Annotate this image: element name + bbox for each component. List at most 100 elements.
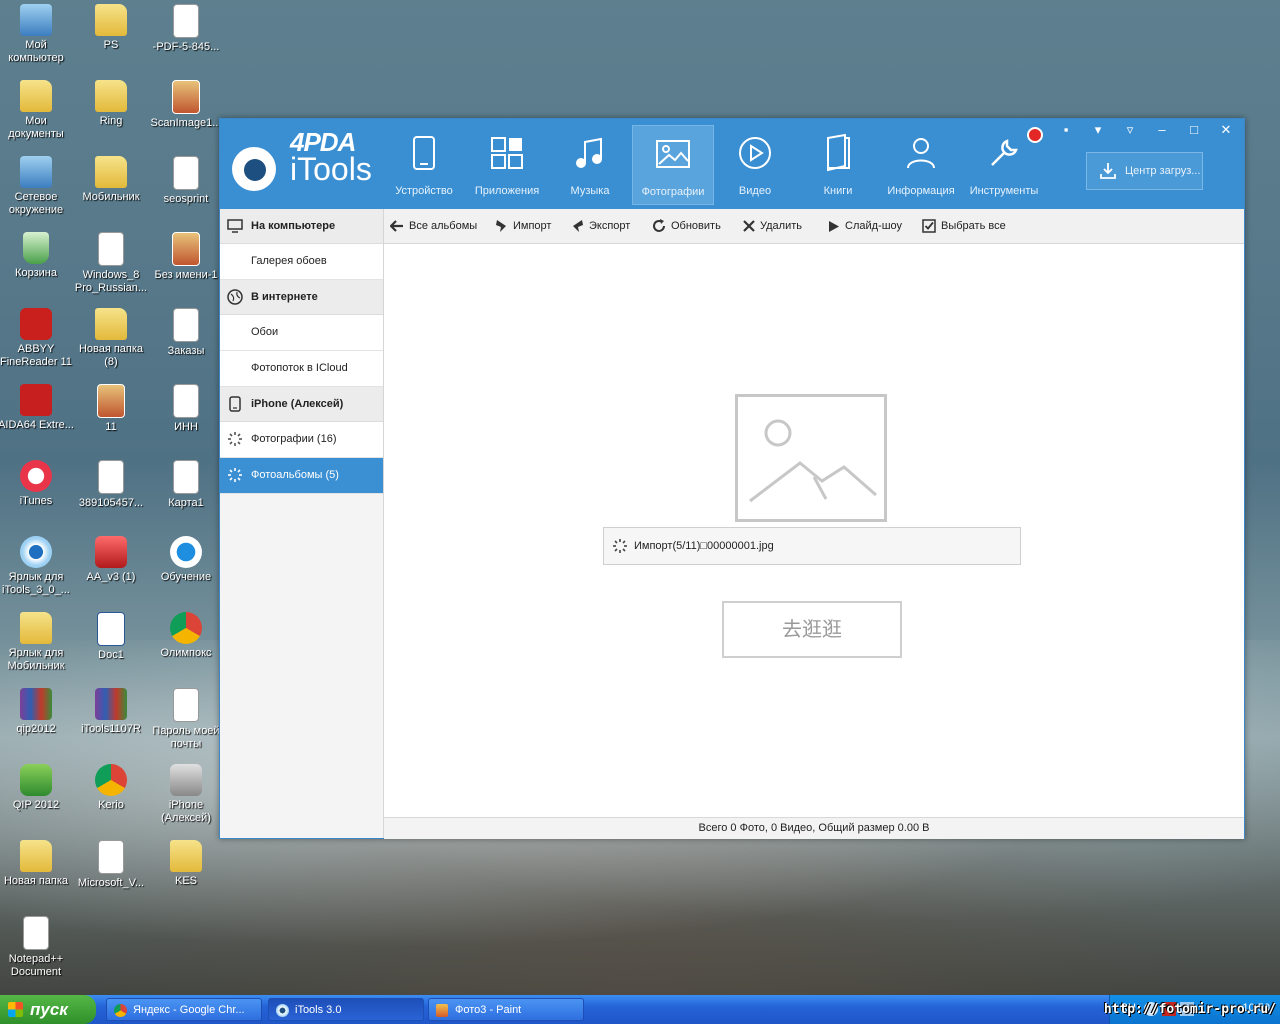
nav-label: Приложения (474, 185, 540, 197)
desktop-icon[interactable]: Ярлык для iTools_3_0_... (0, 536, 74, 597)
desktop-icon[interactable]: PS (73, 4, 149, 52)
desktop-icon[interactable]: -PDF-5-845... (148, 4, 224, 54)
desktop-icon[interactable]: AIDA64 Extre... (0, 384, 74, 432)
skin-button[interactable]: ▾ (1084, 121, 1112, 139)
nav-apps[interactable]: Приложения (467, 125, 547, 203)
taskbar-item-paint[interactable]: Фото3 - Paint (428, 998, 584, 1021)
maximize-button[interactable]: □ (1180, 121, 1208, 139)
desktop-icon-label: Ярлык для iTools_3_0_... (2, 571, 70, 596)
desktop-icon[interactable]: Сетевое окружение (0, 156, 74, 217)
desktop-icon[interactable]: Мобильник (73, 156, 149, 204)
desktop-icon[interactable]: Заказы (148, 308, 224, 358)
sidebar-item-wallpaper-gallery[interactable]: Галерея обоев (220, 244, 383, 280)
nav-video[interactable]: Видео (715, 125, 795, 203)
folder-icon (170, 840, 202, 872)
winrar-icon (20, 688, 52, 720)
desktop-icon[interactable]: 11 (73, 384, 149, 434)
close-button[interactable]: ✕ (1212, 121, 1240, 139)
desktop-icon-label: Windows_8 Pro_Russian... (74, 269, 148, 294)
sidebar-item-label: Фотопоток в ICloud (251, 362, 348, 374)
desktop-icon[interactable]: seosprint (148, 156, 224, 206)
desktop-icon[interactable]: ScanImage1... (148, 80, 224, 130)
minimize-button[interactable]: – (1148, 121, 1176, 139)
select-all-checkbox[interactable]: Выбрать все (922, 209, 1006, 243)
desktop-icon[interactable]: Без имени-1 (148, 232, 224, 282)
feedback-button[interactable]: ▪ (1052, 121, 1080, 139)
nav-books[interactable]: Книги (798, 125, 878, 203)
desktop-icon[interactable]: iTools1107R (73, 688, 149, 736)
qip-icon (20, 764, 52, 796)
nav-label: Музыка (570, 185, 610, 197)
desktop-icon[interactable]: Олимпокс (148, 612, 224, 660)
phone-icon (402, 131, 446, 175)
desktop-icon[interactable]: Новая папка (8) (73, 308, 149, 369)
nav-label: Устройство (395, 185, 453, 197)
desktop-icon[interactable]: Ring (73, 80, 149, 128)
desktop-icon-label: Мобильник (82, 191, 140, 203)
start-button[interactable]: пуск (0, 995, 96, 1024)
all-albums-button[interactable]: Все альбомы (390, 209, 477, 243)
download-center-button[interactable]: Центр загруз... (1086, 152, 1203, 190)
refresh-button[interactable]: Обновить (652, 209, 721, 243)
desktop-icon[interactable]: Ярлык для Мобильник (0, 612, 74, 673)
desktop-icon-label: 11 (105, 421, 117, 433)
browse-button[interactable]: 去逛逛 (722, 601, 902, 658)
sidebar-group-internet[interactable]: В интернете (220, 280, 383, 315)
slideshow-button[interactable]: Слайд-шоу (828, 209, 902, 243)
delete-button[interactable]: Удалить (743, 209, 802, 243)
desktop-icon-label: ИНН (174, 421, 198, 433)
sidebar-group-computer[interactable]: На компьютере (220, 209, 383, 244)
desktop-icon[interactable]: ИНН (148, 384, 224, 434)
desktop-icon[interactable]: Пароль моей почты (148, 688, 224, 751)
desktop-icon[interactable]: AA_v3 (1) (73, 536, 149, 584)
document-icon (173, 4, 199, 38)
abbyy-icon (20, 308, 52, 340)
globe-icon (170, 536, 202, 568)
desktop-icon-label: Олимпокс (160, 647, 212, 659)
desktop-icon[interactable]: Windows_8 Pro_Russian... (73, 232, 149, 295)
menu-button[interactable]: ▿ (1116, 121, 1144, 139)
taskbar-item-chrome[interactable]: Яндекс - Google Chr... (106, 998, 262, 1021)
photo-toolbar: Все альбомы Импорт Экспорт Обновить Удал… (384, 209, 1244, 244)
desktop-icon[interactable]: Doc1 (73, 612, 149, 662)
folder-icon (95, 308, 127, 340)
windows-logo-icon (8, 1002, 23, 1017)
folder-icon (95, 80, 127, 112)
sidebar-item-photo-albums[interactable]: Фотоальбомы (5) (220, 458, 383, 494)
sidebar-group-device[interactable]: iPhone (Алексей) (220, 387, 383, 422)
desktop-icon[interactable]: Новая папка (0, 840, 74, 888)
desktop-icon[interactable]: Kerio (73, 764, 149, 812)
nav-label: Видео (738, 185, 772, 197)
desktop-icon[interactable]: Мои документы (0, 80, 74, 141)
network-icon (20, 156, 52, 188)
nav-music[interactable]: Музыка (550, 125, 630, 203)
taskbar-item-itools[interactable]: iTools 3.0 (268, 998, 424, 1021)
desktop-icon[interactable]: Корзина (0, 232, 74, 280)
desktop-icon-label: Notepad++ Document (8, 953, 64, 978)
nav-info[interactable]: Информация (881, 125, 961, 203)
nav-device[interactable]: Устройство (384, 125, 464, 203)
export-button[interactable]: Экспорт (571, 209, 630, 243)
desktop-icon[interactable]: Карта1 (148, 460, 224, 510)
sidebar-item-photos[interactable]: Фотографии (16) (220, 422, 383, 458)
desktop-icon[interactable]: Microsoft_V... (73, 840, 149, 890)
camera-icon (170, 764, 202, 796)
sidebar-item-wallpapers[interactable]: Обои (220, 315, 383, 351)
tools-icon (982, 131, 1026, 175)
desktop-icon[interactable]: Мой компьютер (0, 4, 74, 65)
desktop-icon[interactable]: 389105457... (73, 460, 149, 510)
desktop-icon[interactable]: ABBYY FineReader 11 (0, 308, 74, 369)
desktop-icon[interactable]: Notepad++ Document (0, 916, 74, 979)
desktop-icon[interactable]: iTunes (0, 460, 74, 508)
sidebar-group-label: В интернете (251, 291, 318, 303)
desktop-icon[interactable]: QIP 2012 (0, 764, 74, 812)
image-icon (172, 80, 200, 114)
desktop-icon[interactable]: qip2012 (0, 688, 74, 736)
nav-photos[interactable]: Фотографии (632, 125, 714, 205)
import-button[interactable]: Импорт (495, 209, 551, 243)
desktop-icon[interactable]: iPhone (Алексей) (148, 764, 224, 825)
desktop-icon[interactable]: KES (148, 840, 224, 888)
sidebar-item-photostream[interactable]: Фотопоток в ICloud (220, 351, 383, 387)
desktop-icon-label: AA_v3 (1) (86, 571, 136, 583)
desktop-icon[interactable]: Обучение (148, 536, 224, 584)
